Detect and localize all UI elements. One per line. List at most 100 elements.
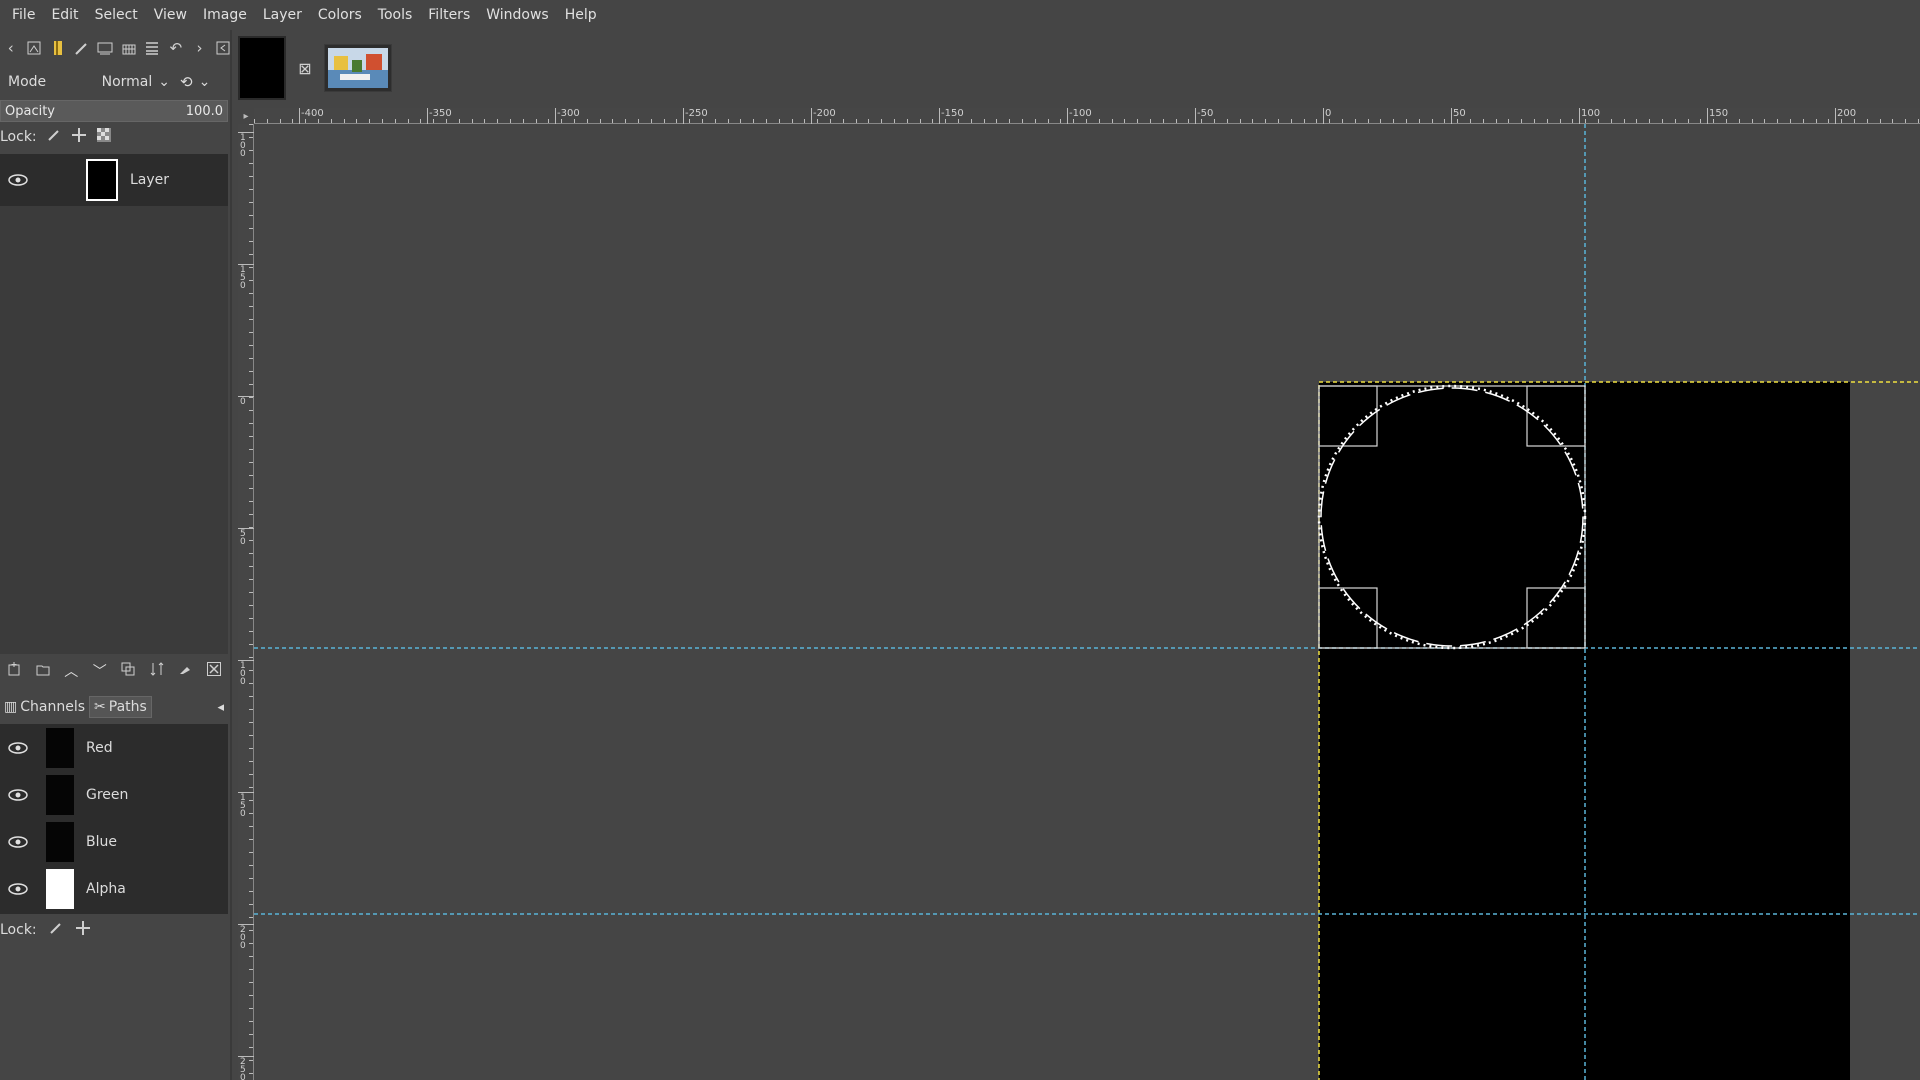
ruler-label: -250 — [685, 108, 708, 119]
new-group-icon[interactable] — [36, 662, 50, 680]
config-icon[interactable] — [214, 37, 232, 59]
ruler-tick — [249, 761, 253, 762]
eye-icon[interactable] — [0, 788, 36, 801]
lock-pixels-icon[interactable] — [49, 921, 63, 939]
ruler-tick — [1726, 119, 1727, 123]
mode-reset-icon[interactable]: ⟲ — [180, 73, 193, 91]
eye-icon[interactable] — [0, 835, 36, 848]
left-arrow-icon[interactable]: ‹ — [2, 37, 20, 59]
ruler-tick — [791, 119, 793, 123]
lock-position-icon[interactable] — [75, 920, 91, 940]
list-icon[interactable] — [144, 37, 162, 59]
tab-channels[interactable]: ▥ Channels — [0, 697, 89, 717]
mode-label: Mode — [8, 74, 47, 90]
ruler-tick — [1713, 119, 1715, 123]
ruler-tick — [804, 119, 806, 123]
menu-view[interactable]: View — [146, 0, 195, 30]
ruler-tick — [1636, 119, 1638, 123]
menu-colors[interactable]: Colors — [310, 0, 370, 30]
lock-pixels-icon[interactable] — [47, 128, 61, 146]
mode-select[interactable]: Normal ⌄ — [90, 74, 170, 90]
menu-filters[interactable]: Filters — [420, 0, 478, 30]
menu-image[interactable]: Image — [195, 0, 255, 30]
ruler-major-tick — [1451, 108, 1452, 124]
ruler-tick — [249, 566, 253, 567]
merge-down-icon[interactable] — [150, 662, 164, 680]
ruler-label: 100 — [240, 661, 246, 687]
layer-name[interactable]: Layer — [130, 172, 169, 188]
right-arrow-icon[interactable]: › — [191, 37, 209, 59]
menu-help[interactable]: Help — [557, 0, 605, 30]
brushes-icon[interactable] — [49, 37, 67, 59]
ruler-tick — [249, 475, 253, 476]
ruler-tick — [249, 1021, 253, 1022]
lock-position-icon[interactable] — [71, 127, 87, 147]
canvas-area[interactable] — [254, 124, 1920, 1080]
lower-layer-icon[interactable]: ﹀ — [93, 661, 107, 681]
menu-windows[interactable]: Windows — [478, 0, 557, 30]
new-layer-icon[interactable] — [7, 662, 21, 680]
layer-mask-icon[interactable] — [178, 662, 192, 680]
raise-layer-icon[interactable]: ︿ — [64, 661, 78, 681]
images-icon[interactable] — [26, 37, 44, 59]
menu-file[interactable]: File — [4, 0, 43, 30]
ruler-tick — [249, 995, 253, 996]
eye-icon[interactable] — [0, 174, 36, 186]
eye-icon[interactable] — [0, 882, 36, 895]
lock-alpha-icon[interactable] — [96, 128, 111, 146]
layer-row[interactable]: Layer — [0, 154, 228, 206]
left-dock: ‹ ↶ › Mode Normal ⌄ ⟲ ⌄ Opacity 100.0 Lo… — [0, 30, 232, 1080]
pencil-icon[interactable] — [73, 37, 91, 59]
ruler-tick — [249, 449, 253, 450]
undo-icon[interactable]: ↶ — [167, 37, 185, 59]
tab-paths[interactable]: ✂ Paths — [89, 696, 152, 718]
channel-row-red[interactable]: Red — [0, 724, 228, 771]
menu-edit[interactable]: Edit — [43, 0, 86, 30]
ruler-label: 150 — [240, 265, 246, 291]
ruler-label: -400 — [301, 108, 324, 119]
chevron-down-icon[interactable]: ⌄ — [199, 74, 211, 90]
opacity-spinner[interactable]: Opacity 100.0 — [0, 100, 228, 122]
ruler-tick — [510, 119, 511, 123]
delete-layer-icon[interactable] — [206, 662, 221, 680]
ruler-tick — [1393, 119, 1395, 123]
ruler-tick — [650, 119, 652, 123]
ruler-tick — [249, 631, 253, 632]
menu-tools[interactable]: Tools — [370, 0, 421, 30]
ruler-major-tick — [1835, 108, 1836, 124]
layer-thumbnail — [86, 159, 118, 201]
channel-row-alpha[interactable]: Alpha — [0, 865, 228, 912]
ruler-tick — [249, 332, 253, 333]
layers-list: Layer — [0, 154, 228, 654]
config-icon[interactable]: ◂ — [217, 700, 224, 715]
ruler-tick — [249, 215, 253, 216]
document-icon[interactable] — [96, 37, 114, 59]
eye-icon[interactable] — [0, 741, 36, 754]
grid-icon[interactable] — [120, 37, 138, 59]
ruler-tick — [1252, 119, 1254, 123]
ruler-label: -150 — [941, 108, 964, 119]
ruler-tick — [830, 119, 831, 123]
ruler-tick — [1162, 119, 1164, 123]
ruler-tick — [535, 119, 537, 123]
ruler-tick — [249, 202, 253, 203]
ruler-tick — [1034, 119, 1036, 123]
ruler-major-tick — [1067, 108, 1068, 124]
layers-buttons: ︿ ﹀ — [0, 658, 228, 684]
ruler-tick — [249, 189, 253, 190]
ruler-tick — [945, 119, 947, 123]
ruler-tick — [1444, 119, 1446, 123]
close-icon[interactable]: ⊠ — [296, 59, 314, 78]
channel-row-green[interactable]: Green — [0, 771, 228, 818]
ruler-tick — [249, 904, 253, 905]
ruler-tick — [1342, 119, 1343, 123]
duplicate-layer-icon[interactable] — [121, 662, 135, 680]
image-tab-black[interactable] — [238, 36, 286, 100]
image-tab-photo[interactable] — [324, 44, 392, 92]
menu-select[interactable]: Select — [87, 0, 146, 30]
channel-row-blue[interactable]: Blue — [0, 818, 228, 865]
ruler-tick — [249, 579, 253, 580]
ruler-corner-button[interactable]: ▸ — [238, 108, 254, 124]
menu-layer[interactable]: Layer — [255, 0, 310, 30]
ruler-tick — [1790, 119, 1791, 123]
